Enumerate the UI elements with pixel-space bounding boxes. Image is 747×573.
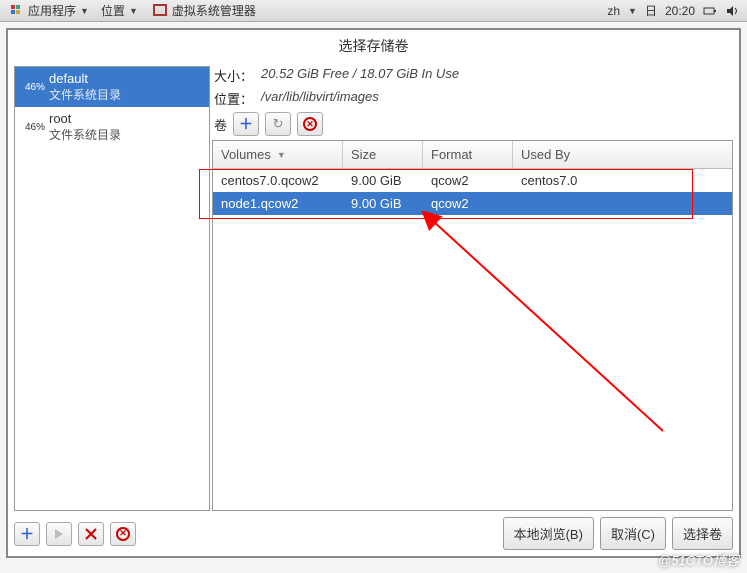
- weekday-label: 日: [645, 2, 657, 19]
- top-panel: 应用程序 ▼ 位置 ▼ 虚拟系统管理器 zh ▼ 日 20:20: [0, 0, 747, 22]
- plus-icon: ＋: [239, 114, 253, 134]
- delete-icon: ✕: [116, 527, 130, 541]
- places-label: 位置: [101, 2, 125, 19]
- system-tray: zh ▼ 日 20:20: [607, 2, 743, 19]
- refresh-button[interactable]: ↻: [265, 112, 291, 136]
- col-usedby[interactable]: Used By: [513, 141, 732, 168]
- watermark: @51CTO博客: [658, 550, 739, 569]
- pool-item-root[interactable]: 46% root 文件系统目录: [15, 107, 209, 147]
- delete-pool-button[interactable]: ✕: [110, 522, 136, 546]
- col-volumes[interactable]: Volumes▼: [213, 141, 343, 168]
- app-grid-icon: [10, 4, 24, 18]
- cell-format: qcow2: [423, 169, 513, 192]
- storage-volume-dialog: 选择存储卷 46% default 文件系统目录 46% root 文件系统目录: [6, 28, 741, 558]
- col-format[interactable]: Format: [423, 141, 513, 168]
- stop-pool-button[interactable]: [78, 522, 104, 546]
- pool-type-label: 文件系统目录: [49, 126, 121, 143]
- pool-name-label: default: [49, 71, 121, 86]
- battery-icon[interactable]: [703, 4, 717, 18]
- places-menu[interactable]: 位置 ▼: [95, 2, 144, 19]
- play-icon: [54, 529, 64, 539]
- pool-usage-pct: 46%: [21, 82, 45, 93]
- size-inuse: 18.07 GiB In Use: [360, 66, 459, 81]
- start-pool-button[interactable]: [46, 522, 72, 546]
- table-row[interactable]: node1.qcow2 9.00 GiB qcow2: [213, 192, 732, 215]
- size-free: 20.52 GiB Free: [261, 66, 349, 81]
- cell-usedby: centos7.0: [513, 169, 732, 192]
- add-pool-button[interactable]: ＋: [14, 522, 40, 546]
- volume-toolbar: 卷 ＋ ↻ ✕: [212, 112, 733, 136]
- volumes-table: Volumes▼ Size Format Used By centos7.0.q…: [212, 140, 733, 511]
- annotation-arrow: [413, 211, 713, 471]
- col-size[interactable]: Size: [343, 141, 423, 168]
- cell-format: qcow2: [423, 192, 513, 215]
- chevron-down-icon: ▼: [628, 6, 637, 16]
- size-info-row: 大小： 20.52 GiB Free / 18.07 GiB In Use: [212, 66, 733, 85]
- pool-type-label: 文件系统目录: [49, 86, 121, 103]
- table-row[interactable]: centos7.0.qcow2 9.00 GiB qcow2 centos7.0: [213, 169, 732, 192]
- pool-item-default[interactable]: 46% default 文件系统目录: [15, 67, 209, 107]
- pool-name-label: root: [49, 111, 121, 126]
- size-label: 大小：: [214, 66, 253, 85]
- vm-manager-icon: [152, 3, 168, 19]
- sort-desc-icon: ▼: [277, 150, 286, 160]
- window-title-label: 虚拟系统管理器: [172, 2, 256, 19]
- table-header: Volumes▼ Size Format Used By: [213, 141, 732, 169]
- location-label: 位置：: [214, 89, 253, 108]
- chevron-down-icon: ▼: [80, 6, 89, 16]
- size-separator: /: [353, 66, 357, 81]
- pool-list[interactable]: 46% default 文件系统目录 46% root 文件系统目录: [14, 66, 210, 511]
- input-method-indicator[interactable]: zh: [607, 4, 620, 18]
- cell-name: centos7.0.qcow2: [213, 169, 343, 192]
- cell-usedby: [513, 192, 732, 215]
- delete-volume-button[interactable]: ✕: [297, 112, 323, 136]
- applications-menu[interactable]: 应用程序 ▼: [4, 2, 95, 19]
- x-icon: [85, 528, 97, 540]
- add-volume-button[interactable]: ＋: [233, 112, 259, 136]
- choose-volume-button[interactable]: 选择卷: [672, 517, 733, 550]
- delete-icon: ✕: [303, 117, 317, 131]
- dialog-footer: ＋ ✕ 本地浏览(B) 取消(C) 选择卷: [8, 511, 739, 556]
- volume-icon[interactable]: [725, 4, 739, 18]
- cell-size: 9.00 GiB: [343, 192, 423, 215]
- location-value: /var/lib/libvirt/images: [261, 89, 379, 108]
- refresh-icon: ↻: [273, 116, 284, 132]
- cancel-button[interactable]: 取消(C): [600, 517, 666, 550]
- plus-icon: ＋: [20, 524, 34, 544]
- cell-name: node1.qcow2: [213, 192, 343, 215]
- taskbar-window-vm-manager[interactable]: 虚拟系统管理器: [146, 2, 262, 19]
- chevron-down-icon: ▼: [129, 6, 138, 16]
- location-info-row: 位置： /var/lib/libvirt/images: [212, 89, 733, 108]
- cell-size: 9.00 GiB: [343, 169, 423, 192]
- browse-local-button[interactable]: 本地浏览(B): [503, 517, 594, 550]
- applications-label: 应用程序: [28, 2, 76, 19]
- dialog-title: 选择存储卷: [8, 30, 739, 62]
- clock[interactable]: 20:20: [665, 4, 695, 18]
- volumes-label: 卷: [214, 115, 227, 134]
- pool-usage-pct: 46%: [21, 122, 45, 133]
